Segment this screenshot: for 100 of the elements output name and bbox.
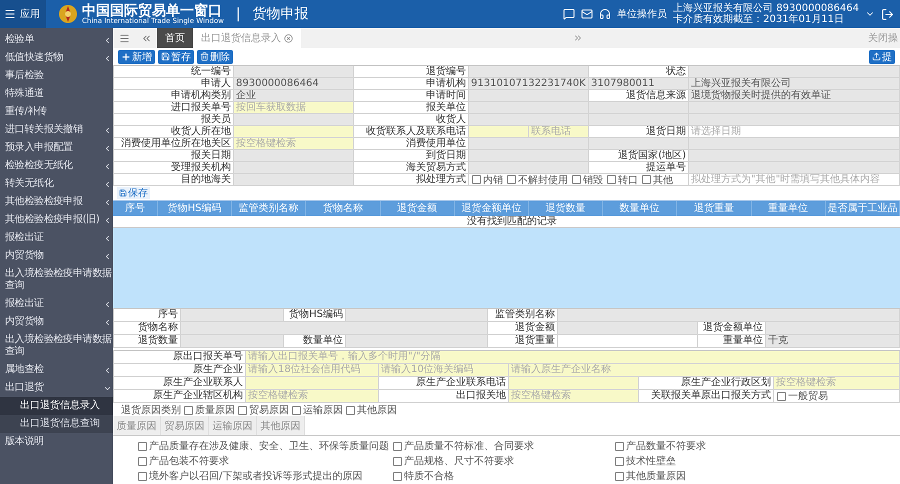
- checkbox[interactable]: 销毁: [572, 172, 603, 186]
- sidebar-item[interactable]: 检验单: [0, 31, 113, 49]
- site-title: 中国国际贸易单一窗口: [82, 4, 222, 18]
- checkbox[interactable]: 一般贸易: [777, 389, 828, 403]
- checkbox[interactable]: 境外客户以召回/下架或者投诉等形式提出的原因: [138, 469, 393, 483]
- field-label: 申请机构: [354, 78, 469, 90]
- sidebar-item[interactable]: 转关无纸化: [0, 175, 113, 193]
- column-header: 退货金额单位: [454, 201, 529, 216]
- field-label: 提运单号: [589, 162, 689, 174]
- sidebar-item[interactable]: 进口转关报关撤销: [0, 121, 113, 139]
- save-button[interactable]: 保存: [117, 187, 150, 199]
- sidebar-item[interactable]: 报检出证: [0, 295, 113, 313]
- field-label: 监管类别名称: [488, 309, 558, 322]
- submit-button[interactable]: 提: [869, 50, 895, 64]
- app-menu-button[interactable]: 应用: [0, 0, 46, 28]
- checkbox[interactable]: 其他原因: [346, 403, 397, 417]
- column-header: 是否属于工业品: [826, 201, 900, 216]
- checkbox[interactable]: 其他: [642, 172, 673, 186]
- company-name: 上海兴亚报关有限公司 8930000086464: [673, 3, 859, 14]
- field-label: 退货重量: [488, 335, 558, 348]
- sidebar-item[interactable]: 其他检验检疫申报(旧): [0, 211, 113, 229]
- user-role: 单位操作员: [617, 8, 668, 21]
- column-header: 序号: [113, 201, 158, 216]
- checkbox[interactable]: 运输原因: [292, 403, 343, 417]
- logout-icon[interactable]: [881, 8, 894, 20]
- plus-icon: [121, 52, 131, 62]
- checkbox[interactable]: 内销: [472, 172, 503, 186]
- field-label: 数量单位: [284, 335, 346, 348]
- checkbox[interactable]: 技术性壁垒: [615, 454, 900, 468]
- column-header: 数量单位: [603, 201, 678, 216]
- input-field[interactable]: [246, 377, 379, 390]
- sidebar-item[interactable]: 检验检疫无纸化: [0, 157, 113, 175]
- checkbox[interactable]: 特质不合格: [393, 469, 615, 483]
- field-label: 申请机构类别: [114, 90, 234, 102]
- field-label: 重量单位: [698, 335, 766, 348]
- card-expiry: 卡介质有效期截至：2031年01月11日: [673, 14, 846, 25]
- field-label: 状态: [589, 66, 689, 78]
- sidebar-item[interactable]: 事后检验: [0, 67, 113, 85]
- column-header: 货物HS编码: [158, 201, 232, 216]
- tab[interactable]: 首页: [157, 28, 193, 48]
- sidebar-item[interactable]: 内贸货物: [0, 247, 113, 265]
- field-label: 货物名称: [114, 322, 181, 335]
- field-label: 货物HS编码: [284, 309, 346, 322]
- checkbox[interactable]: 产品数量不符要求: [615, 439, 900, 453]
- headset-icon[interactable]: [599, 8, 612, 20]
- input-field[interactable]: [469, 126, 529, 138]
- sidebar-item[interactable]: 属地查检: [0, 361, 113, 379]
- mail-icon[interactable]: [581, 8, 594, 20]
- checkbox[interactable]: 转口: [607, 172, 638, 186]
- checkbox[interactable]: 产品规格、尺寸不符要求: [393, 454, 615, 468]
- close-icon[interactable]: [284, 34, 293, 42]
- sidebar-item[interactable]: 版本说明: [0, 433, 113, 451]
- emblem-logo: [58, 3, 78, 25]
- column-header: 退货重量: [677, 201, 752, 216]
- module-title: 货物申报: [252, 5, 309, 23]
- field-label: 申请时间: [354, 90, 469, 102]
- sidebar-item[interactable]: 预录入申报配置: [0, 139, 113, 157]
- sidebar-subitem[interactable]: 出口退货信息录入: [0, 397, 113, 415]
- column-header: 退货金额: [380, 201, 455, 216]
- field-label: 到货日期: [354, 150, 469, 162]
- sidebar-item[interactable]: 出入境检验检疫申请数据查询: [0, 265, 113, 295]
- field-label: 退货原因类别: [121, 404, 181, 417]
- column-header: 重量单位: [752, 201, 826, 216]
- sidebar-item[interactable]: 出入境检验检疫申请数据查询: [0, 331, 113, 361]
- field-label: 收货人所在地: [114, 126, 234, 138]
- input-field[interactable]: [558, 335, 698, 348]
- sidebar-item[interactable]: 低值快速货物: [0, 49, 113, 67]
- sidebar-subitem[interactable]: 出口退货信息查询: [0, 415, 113, 433]
- input-field[interactable]: [234, 126, 354, 138]
- field-label: 退货数量: [114, 335, 181, 348]
- save-icon: [161, 52, 170, 61]
- checkbox[interactable]: 贸易原因: [238, 403, 289, 417]
- sidebar-item[interactable]: 报检出证: [0, 229, 113, 247]
- checkbox[interactable]: 产品质量不符标准、合同要求: [393, 439, 615, 453]
- column-header: 货物名称: [306, 201, 381, 216]
- double-right-icon[interactable]: [572, 33, 582, 43]
- toolbar-button[interactable]: 新增: [118, 50, 155, 64]
- column-header: 监管类别名称: [232, 201, 306, 216]
- toolbar-button[interactable]: 删除: [197, 50, 233, 64]
- save-icon: [119, 189, 127, 197]
- message-icon[interactable]: [563, 8, 576, 20]
- column-header: 退货数量: [528, 201, 604, 216]
- sidebar-item[interactable]: 其他检验检疫申报: [0, 193, 113, 211]
- checkbox[interactable]: 产品质量存在涉及健康、安全、卫生、环保等质量问题: [138, 439, 393, 453]
- field-label: 申请人: [114, 78, 234, 90]
- sidebar-item[interactable]: 特殊通道: [0, 85, 113, 103]
- field-label: 收货人: [354, 114, 469, 126]
- toolbar-button[interactable]: 暂存: [158, 50, 194, 64]
- menu-icon: [4, 8, 16, 20]
- sidebar-item[interactable]: 出口退货: [0, 379, 113, 397]
- input-field[interactable]: [509, 377, 639, 390]
- sidebar-item[interactable]: 重传/补传: [0, 103, 113, 121]
- checkbox[interactable]: 产品包装不符要求: [138, 454, 393, 468]
- checkbox[interactable]: 不解封使用: [507, 172, 568, 186]
- field-label: 退货编号: [354, 66, 469, 78]
- checkbox[interactable]: 质量原因: [184, 403, 235, 417]
- checkbox[interactable]: 其他质量原因: [615, 469, 900, 483]
- sidebar-item[interactable]: 内贸货物: [0, 313, 113, 331]
- trash-icon: [200, 52, 209, 61]
- field-label: 退货信息来源: [589, 90, 689, 102]
